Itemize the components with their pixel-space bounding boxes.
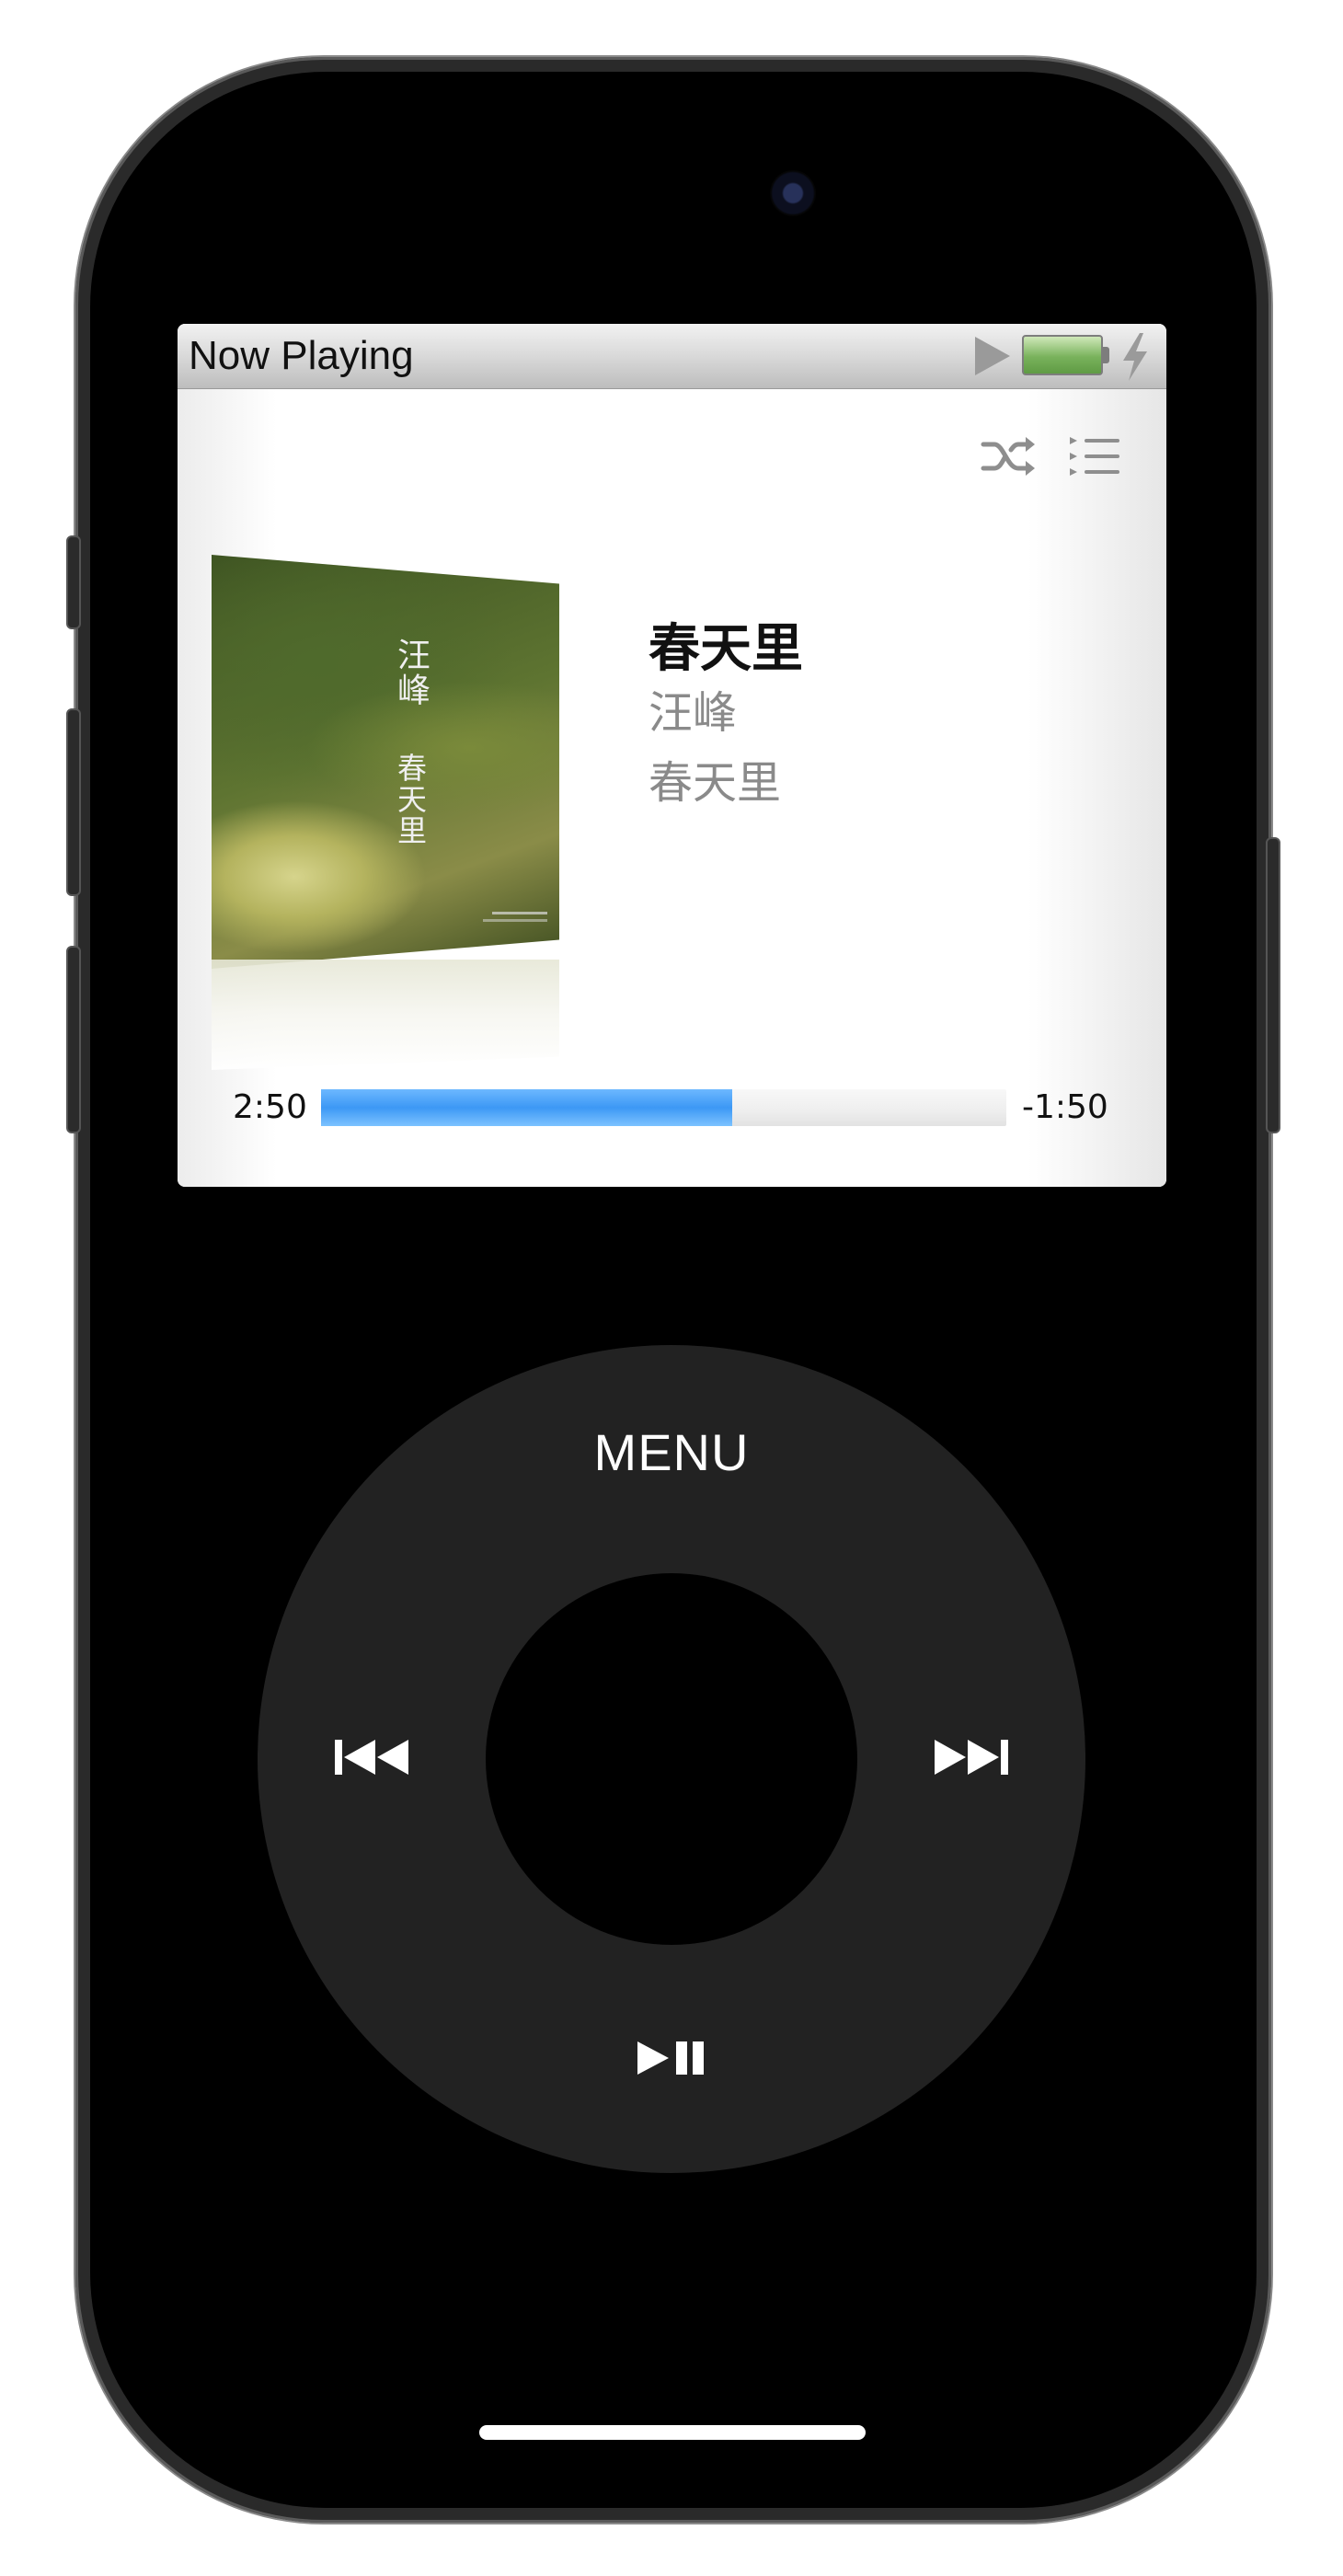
next-track-icon[interactable] xyxy=(933,1736,1010,1778)
progress-bar[interactable] xyxy=(321,1089,1006,1126)
shuffle-icon[interactable] xyxy=(980,433,1037,479)
now-playing-screen: Now Playing 汪峰 春天里 春天里 汪峰 春天里 2:50 -1:50 xyxy=(178,324,1166,1187)
title-bar: Now Playing xyxy=(178,324,1166,389)
album-cover-title: 春天里 xyxy=(393,753,428,846)
album-art-reflection xyxy=(212,960,559,1070)
page-title: Now Playing xyxy=(189,333,414,378)
home-indicator[interactable] xyxy=(479,2425,866,2440)
time-remaining: -1:50 xyxy=(1022,1088,1108,1126)
play-pause-icon[interactable] xyxy=(636,2038,709,2078)
click-wheel[interactable]: MENU xyxy=(258,1345,1085,2173)
album-cover: 汪峰 春天里 xyxy=(212,555,559,969)
action-button xyxy=(66,535,81,629)
track-album: 春天里 xyxy=(649,757,782,809)
volume-down-button xyxy=(66,946,81,1133)
charging-bolt-icon xyxy=(1123,333,1147,381)
volume-up-button xyxy=(66,708,81,896)
track-artist: 汪峰 xyxy=(649,687,738,739)
progress-fill xyxy=(321,1089,732,1126)
album-cover-fineprint xyxy=(483,919,547,922)
album-cover-fineprint xyxy=(492,912,547,914)
album-art: 汪峰 春天里 xyxy=(212,555,561,1070)
center-select-button[interactable] xyxy=(486,1573,857,1945)
previous-track-icon[interactable] xyxy=(333,1736,410,1778)
playlist-icon[interactable] xyxy=(1068,435,1121,477)
menu-button[interactable]: MENU xyxy=(258,1422,1085,1482)
album-cover-artist: 汪峰 xyxy=(392,638,430,707)
now-playing-content: 汪峰 春天里 春天里 汪峰 春天里 2:50 -1:50 xyxy=(178,389,1166,1187)
time-elapsed: 2:50 xyxy=(233,1088,307,1126)
track-title: 春天里 xyxy=(649,619,803,679)
front-camera xyxy=(770,170,816,216)
power-button xyxy=(1266,837,1280,1133)
play-icon xyxy=(975,337,1010,375)
battery-icon xyxy=(1022,335,1103,375)
battery-cap xyxy=(1103,347,1109,363)
